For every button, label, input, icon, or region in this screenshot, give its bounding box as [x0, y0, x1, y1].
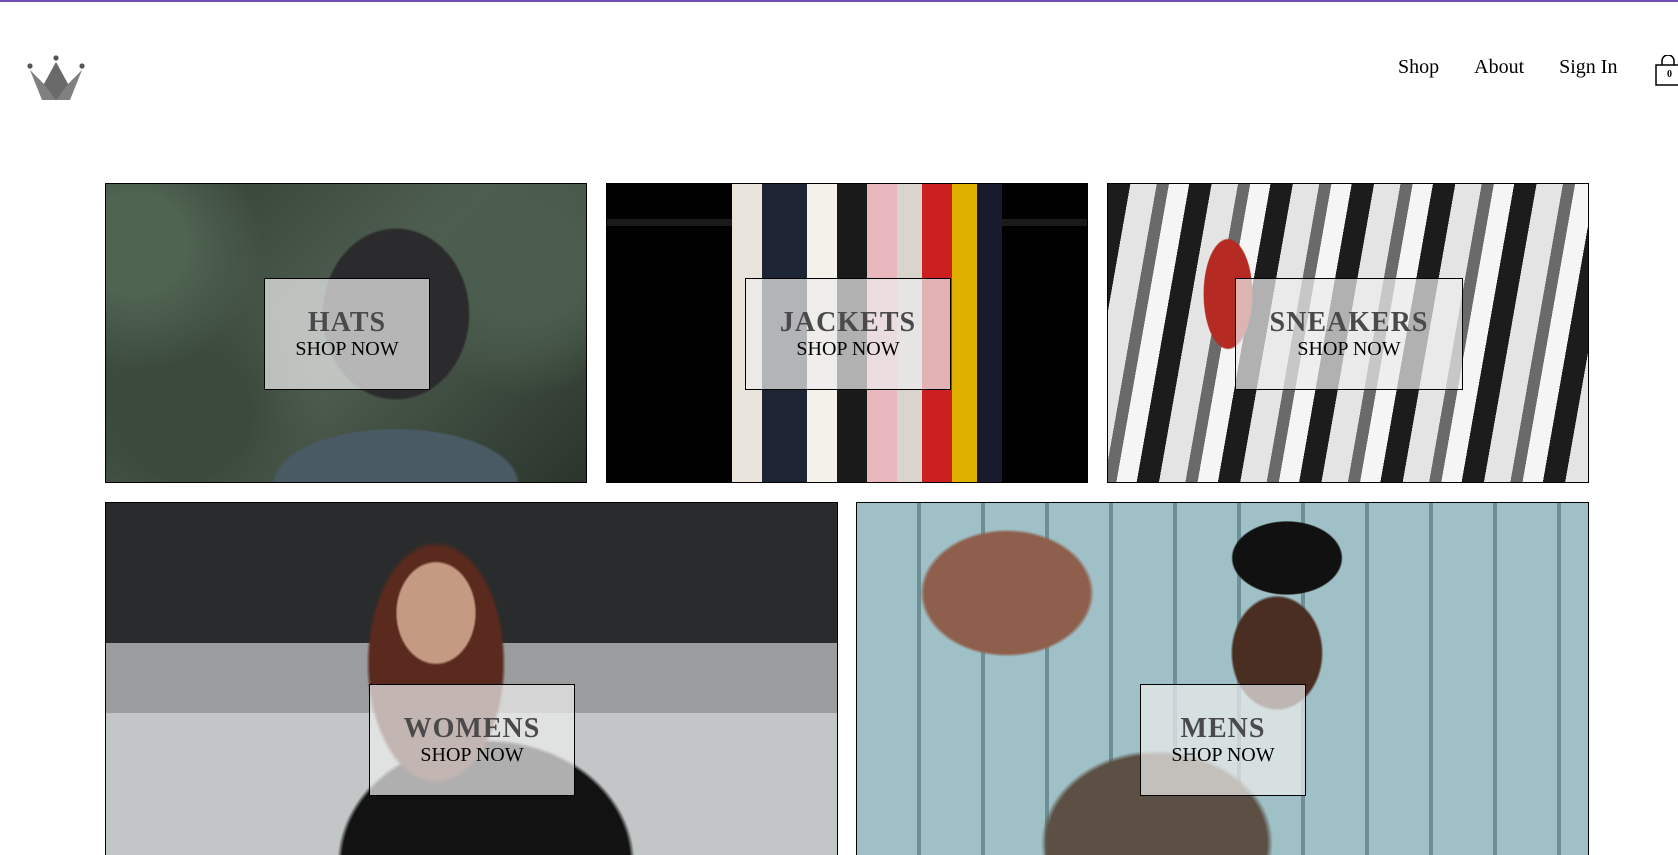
- shop-now-label: SHOP NOW: [420, 744, 524, 766]
- main-nav: Shop About Sign In: [1398, 56, 1652, 79]
- shop-now-label: SHOP NOW: [1297, 338, 1401, 360]
- category-title: JACKETS: [779, 307, 917, 338]
- category-title: HATS: [307, 307, 387, 338]
- shop-now-overlay[interactable]: JACKETS SHOP NOW: [745, 278, 951, 390]
- crown-icon[interactable]: [26, 54, 86, 104]
- category-tile-womens[interactable]: WOMENS SHOP NOW: [105, 502, 838, 855]
- shop-now-overlay[interactable]: SNEAKERS SHOP NOW: [1235, 278, 1463, 390]
- shop-now-overlay[interactable]: MENS SHOP NOW: [1140, 684, 1306, 796]
- nav-sign-in-link[interactable]: Sign In: [1559, 56, 1617, 79]
- cart-count: 0: [1667, 69, 1672, 80]
- category-tile-mens[interactable]: MENS SHOP NOW: [856, 502, 1589, 855]
- category-title: MENS: [1180, 713, 1266, 744]
- shop-now-label: SHOP NOW: [1171, 744, 1275, 766]
- mens-image: [857, 503, 1588, 855]
- shopping-bag-icon: [1655, 55, 1678, 86]
- shop-now-label: SHOP NOW: [295, 338, 399, 360]
- cart-button[interactable]: 0: [1654, 55, 1678, 87]
- category-tile-jackets[interactable]: JACKETS SHOP NOW: [606, 183, 1088, 483]
- category-tile-hats[interactable]: HATS SHOP NOW: [105, 183, 587, 483]
- nav-shop-link[interactable]: Shop: [1398, 56, 1439, 79]
- top-accent-line: [0, 0, 1678, 2]
- category-title: SNEAKERS: [1269, 307, 1429, 338]
- womens-image: [106, 503, 837, 855]
- nav-about-link[interactable]: About: [1474, 56, 1524, 79]
- shop-now-overlay[interactable]: HATS SHOP NOW: [264, 278, 430, 390]
- category-tile-sneakers[interactable]: SNEAKERS SHOP NOW: [1107, 183, 1589, 483]
- shop-now-overlay[interactable]: WOMENS SHOP NOW: [369, 684, 575, 796]
- category-title: WOMENS: [403, 713, 541, 744]
- shop-now-label: SHOP NOW: [796, 338, 900, 360]
